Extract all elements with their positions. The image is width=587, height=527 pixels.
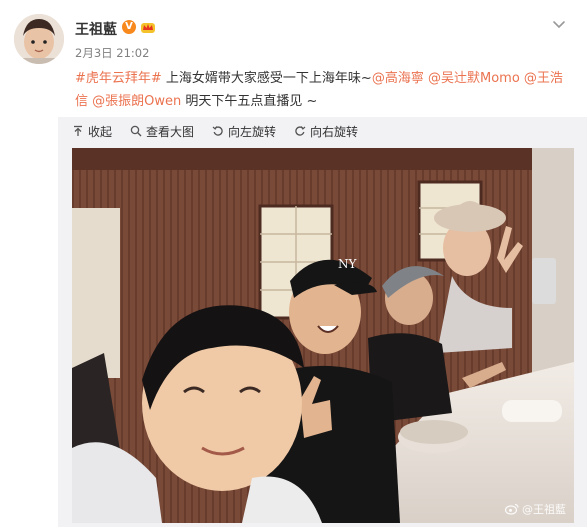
photo-watermark: @王祖藍 [505,501,566,517]
post-text-part-1: 上海女婿带大家感受一下上海年味~ [161,71,372,86]
weibo-post: 王祖藍 V 2月3日 21:02 #虎年云拜年# 上海女婿带大家感受一下上海年味… [0,0,587,527]
verified-badge-icon[interactable]: V [122,20,136,34]
watermark-text: @王祖藍 [522,503,566,516]
rotate-left-label: 向左旋转 [228,124,277,139]
collapse-button[interactable]: 收起 [72,123,112,140]
rotate-right-icon [295,126,306,136]
mention-link[interactable]: @吴辻默Momo [428,71,520,86]
author-badges: V [122,20,156,34]
collapse-icon [74,125,82,136]
view-large-button[interactable]: 查看大图 [130,123,194,140]
topic-link[interactable]: #虎年云拜年# [75,71,162,86]
media-toolbar: 收起 查看大图 向左旋转 向右旋转 [72,121,358,141]
post-photo[interactable]: NY @王祖藍 [72,148,574,523]
cap-logo-text: NY [338,257,358,271]
post-text-part-2: 明天下午五点直播见 ~ [181,94,318,109]
weibo-logo-icon [505,503,519,515]
mention-link[interactable]: @張振朗Owen [92,94,181,109]
view-large-label: 查看大图 [146,124,195,139]
collapse-label: 收起 [88,124,113,139]
zoom-icon [130,125,142,137]
post-timestamp[interactable]: 2月3日 21:02 [75,45,149,61]
chevron-down-icon[interactable] [549,14,569,34]
post-text: #虎年云拜年# 上海女婿带大家感受一下上海年味~@高海寧 @吴辻默Momo @王… [75,67,575,113]
rotate-left-icon [212,126,223,136]
mention-link[interactable]: @高海寧 [372,71,424,86]
rotate-right-button[interactable]: 向右旋转 [294,123,358,140]
rotate-left-button[interactable]: 向左旋转 [212,123,276,140]
author-name[interactable]: 王祖藍 [75,19,117,39]
crown-icon[interactable] [140,20,156,34]
selfie-photo-illustration: NY [72,148,574,523]
rotate-right-label: 向右旋转 [310,124,359,139]
author-avatar[interactable] [14,14,64,64]
